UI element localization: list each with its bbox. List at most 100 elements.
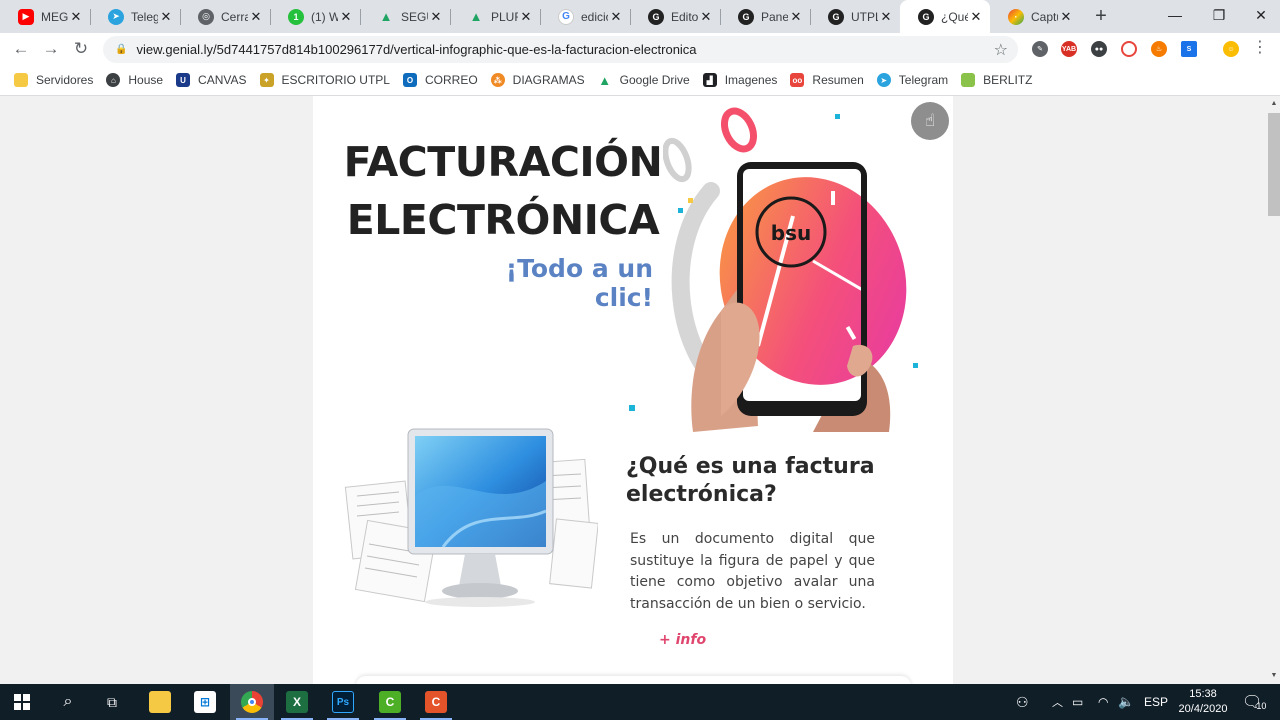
profile-avatar[interactable]: ☺ xyxy=(1223,41,1239,57)
new-tab-button[interactable]: + xyxy=(1086,0,1116,33)
close-icon[interactable]: ✕ xyxy=(518,9,534,25)
close-icon[interactable]: ✕ xyxy=(158,9,174,25)
bookmark-resumen[interactable]: oo Resumen xyxy=(790,73,864,87)
scroll-down-arrow-icon[interactable]: ▼ xyxy=(1268,670,1280,682)
close-icon[interactable]: ✕ xyxy=(968,9,984,25)
telegram-icon: ➤ xyxy=(108,8,124,25)
close-window-button[interactable]: ✕ xyxy=(1238,0,1280,30)
camtasia-green-button[interactable]: C xyxy=(368,684,412,720)
extension-s-icon[interactable]: S xyxy=(1181,41,1197,57)
clock-date: 20/4/2020 xyxy=(1178,703,1228,715)
excel-button[interactable]: X xyxy=(275,684,319,720)
bookmark-label: Resumen xyxy=(812,73,864,87)
close-icon[interactable]: ✕ xyxy=(1058,9,1074,25)
extension-spiral-icon[interactable] xyxy=(1121,41,1137,57)
start-button[interactable] xyxy=(0,684,44,720)
bookmark-servidores[interactable]: Servidores xyxy=(14,73,93,87)
minimize-button[interactable]: — xyxy=(1152,0,1198,30)
back-arrow-icon[interactable]: ← xyxy=(6,34,36,64)
outlook-icon: O xyxy=(402,73,417,87)
extension-yab-icon[interactable]: YAB xyxy=(1061,41,1077,57)
scroll-up-arrow-icon[interactable]: ▲ xyxy=(1268,98,1280,110)
close-icon[interactable]: ✕ xyxy=(428,9,444,25)
tab-que-active[interactable]: G ¿Qué ✕ xyxy=(900,0,990,33)
close-icon[interactable]: ✕ xyxy=(248,9,264,25)
close-icon[interactable]: ✕ xyxy=(878,9,894,25)
notification-center-icon[interactable]: 🗨 10 xyxy=(1242,684,1266,720)
bookmark-berlitz[interactable]: BERLITZ xyxy=(961,73,1032,87)
chevron-up-icon[interactable]: ︿ xyxy=(1052,684,1063,720)
headline-line2: ELECTRÓNICA xyxy=(346,196,660,244)
tab-title: Edito xyxy=(671,9,698,24)
people-icon[interactable]: ⚇ xyxy=(1016,684,1029,720)
tab-edicion[interactable]: G edicio ✕ xyxy=(540,0,630,33)
canvas-icon: U xyxy=(176,73,191,87)
decor-ring-pink xyxy=(720,107,758,153)
system-clock[interactable]: 15:38 20/4/2020 xyxy=(1172,687,1234,717)
decor-ring-grey xyxy=(663,137,692,183)
menu-dots-icon[interactable]: ⋮ xyxy=(1252,40,1268,56)
bookmark-correo[interactable]: O CORREO xyxy=(402,73,478,87)
more-info-link[interactable]: + info xyxy=(659,632,706,648)
windows-taskbar: ⌕ ⧉ ⊞ X Ps C C ⚇ ︿ ▭ ◠ 🔈 ESP 15:38 20/4/… xyxy=(0,684,1280,720)
photoshop-icon: Ps xyxy=(332,691,354,713)
close-icon[interactable]: ✕ xyxy=(698,9,714,25)
store-button[interactable]: ⊞ xyxy=(183,684,227,720)
volume-icon[interactable]: 🔈 xyxy=(1118,684,1134,720)
tab-strip: ▶ MEGA ✕ ➤ Teleg ✕ ◎ Cerra ✕ 1 (1) W ✕ ▲… xyxy=(0,0,1280,33)
reload-icon[interactable]: ↻ xyxy=(66,34,96,64)
genially-icon: G xyxy=(648,8,664,25)
tab-utpl[interactable]: G UTPL ✕ xyxy=(810,0,900,33)
touch-hand-button[interactable]: ☝ xyxy=(911,102,949,140)
search-icon[interactable]: ⌕ xyxy=(46,684,90,720)
camtasia-red-button[interactable]: C xyxy=(414,684,458,720)
bookmark-escritorio-utpl[interactable]: ✦ ESCRITORIO UTPL xyxy=(259,73,390,87)
bookmark-canvas[interactable]: U CANVAS xyxy=(176,73,247,87)
lock-icon: 🔒 xyxy=(115,44,128,55)
bookmark-label: CORREO xyxy=(424,73,478,87)
close-icon[interactable]: ✕ xyxy=(338,9,354,25)
folder-icon xyxy=(14,73,28,87)
battery-icon[interactable]: ▭ xyxy=(1072,684,1083,720)
utpl-icon: ✦ xyxy=(259,73,274,87)
tab-whatsapp[interactable]: 1 (1) W ✕ xyxy=(270,0,360,33)
task-view-icon[interactable]: ⧉ xyxy=(90,684,134,720)
file-explorer-button[interactable] xyxy=(138,684,182,720)
tab-captura[interactable]: · Captu ✕ xyxy=(990,0,1080,33)
tab-mega[interactable]: ▶ MEGA ✕ xyxy=(0,0,90,33)
close-icon[interactable]: ✕ xyxy=(608,9,624,25)
restore-button[interactable]: ❐ xyxy=(1196,0,1242,30)
bookmark-house[interactable]: ⌂ House xyxy=(106,73,163,87)
bookmark-star-icon[interactable]: ☆ xyxy=(994,40,1008,60)
tab-cerra[interactable]: ◎ Cerra ✕ xyxy=(180,0,270,33)
extension-dots-icon[interactable]: ●● xyxy=(1091,41,1107,57)
capture-icon: · xyxy=(1008,8,1024,25)
bookmark-label: House xyxy=(128,73,164,87)
scrollbar-thumb[interactable] xyxy=(1268,113,1280,216)
tab-plur[interactable]: ▲ PLUR ✕ xyxy=(450,0,540,33)
wifi-icon[interactable]: ◠ xyxy=(1098,684,1108,720)
notification-count: 10 xyxy=(1256,701,1267,711)
bookmark-google-drive[interactable]: ▲ Google Drive xyxy=(598,73,689,88)
address-bar[interactable]: 🔒 view.genial.ly/5d7441757d814b100296177… xyxy=(103,36,1018,63)
tab-segu[interactable]: ▲ SEGU ✕ xyxy=(360,0,450,33)
chrome-button[interactable] xyxy=(230,684,274,720)
google-drive-icon: ▲ xyxy=(469,9,483,24)
decor-confetti xyxy=(629,405,635,411)
bookmark-diagramas[interactable]: ⁂ DIAGRAMAS xyxy=(490,73,585,87)
windows-logo-icon xyxy=(14,694,30,710)
tab-editor[interactable]: G Edito ✕ xyxy=(630,0,720,33)
language-indicator[interactable]: ESP xyxy=(1144,684,1168,720)
section-title: ¿Qué es una factura electrónica? xyxy=(626,454,875,507)
address-url: view.genial.ly/5d7441757d814b100296177d/… xyxy=(136,42,697,57)
close-icon[interactable]: ✕ xyxy=(788,9,804,25)
tab-panel[interactable]: G Panel ✕ xyxy=(720,0,810,33)
extension-pen-icon[interactable]: ✎ xyxy=(1032,41,1048,57)
tab-telegram[interactable]: ➤ Teleg ✕ xyxy=(90,0,180,33)
photoshop-button[interactable]: Ps xyxy=(321,684,365,720)
close-icon[interactable]: ✕ xyxy=(68,9,84,25)
bookmark-telegram[interactable]: ➤ Telegram xyxy=(876,73,948,87)
forward-arrow-icon[interactable]: → xyxy=(36,34,66,64)
bookmark-imagenes[interactable]: ▟ Imagenes xyxy=(702,73,777,87)
extension-fire-icon[interactable]: ♨ xyxy=(1151,41,1167,57)
